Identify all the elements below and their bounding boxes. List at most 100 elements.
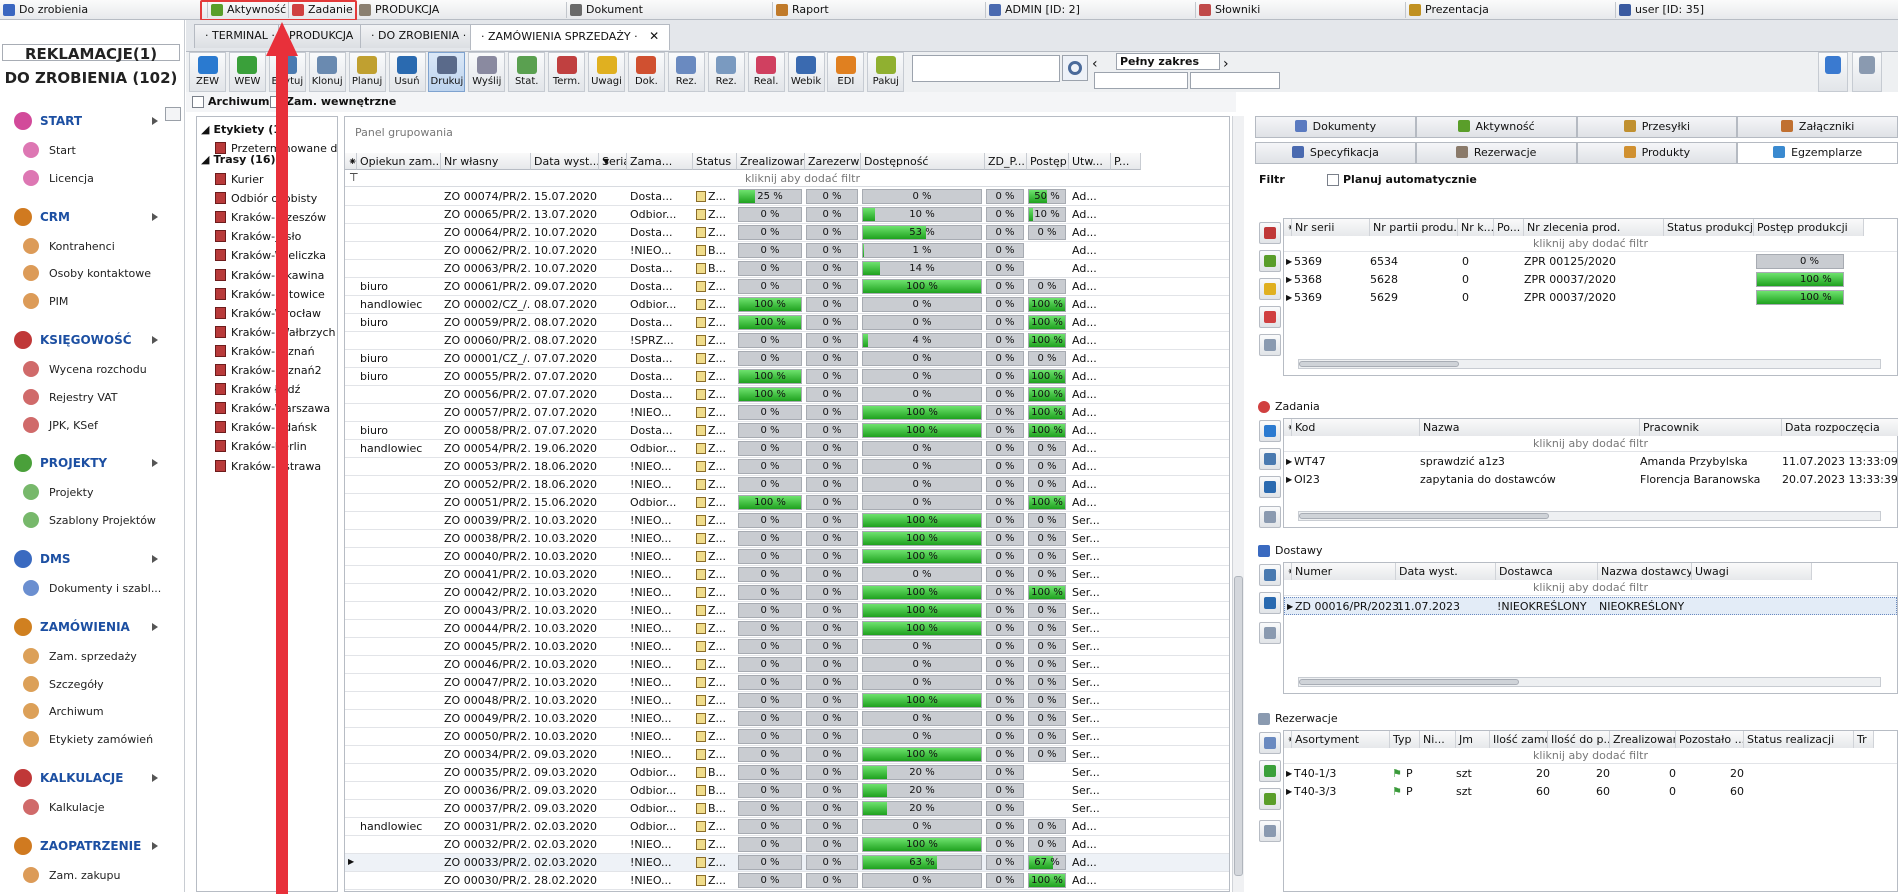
date-to-select[interactable]: [1190, 72, 1280, 89]
grid-filter-row[interactable]: ⊤ kliknij aby dodać filtr: [345, 170, 1229, 187]
table-row[interactable]: ZO 00064/PR/2... 10.07.2020 Dosta... Z... 0 …: [345, 224, 1229, 242]
table-row[interactable]: ▶536965340ZPR 00125/2020Rozpoczęta0 %: [1284, 253, 1897, 271]
subgrid-column-header[interactable]: Typ: [1390, 731, 1420, 748]
table-row[interactable]: biuro ZO 00001/CZ_/... 07.07.2020 Dosta... Z…: [345, 350, 1229, 368]
range-prev-icon[interactable]: ‹: [1092, 56, 1098, 72]
table-row[interactable]: ZO 00051/PR/2... 15.06.2020 Odbior... Z... 1…: [345, 494, 1229, 512]
expand-row-icon[interactable]: ▶: [1286, 765, 1292, 783]
table-row[interactable]: handlowiec ZO 00002/CZ_/... 08.07.2020 Odbi…: [345, 296, 1229, 314]
table-row[interactable]: ▶T40-3/3⚑Pszt6060060Oczekuje: [1284, 783, 1897, 801]
table-row[interactable]: ZO 00044/PR/2... 10.03.2020 !NIEO... Z... 0 …: [345, 620, 1229, 638]
expand-row-icon[interactable]: ▶: [1286, 453, 1292, 471]
table-row[interactable]: biuro ZO 00058/PR/2... 07.07.2020 Dosta... Z…: [345, 422, 1229, 440]
table-row[interactable]: ZO 00034/PR/2... 09.03.2020 !NIEO... Z... 0 …: [345, 746, 1229, 764]
collapse-arrow-icon[interactable]: [152, 212, 158, 221]
table-row[interactable]: ZO 00046/PR/2... 10.03.2020 !NIEO... Z... 0 …: [345, 656, 1229, 674]
expand-row-icon[interactable]: ▶: [1287, 598, 1293, 616]
grid-scroll-thumb[interactable]: [1234, 576, 1243, 876]
grid-column-header[interactable]: Opiekun zam...: [357, 153, 441, 170]
table-row[interactable]: ZO 00052/PR/2... 18.06.2020 !NIEO... Z... 0 …: [345, 476, 1229, 494]
rez-check-icon[interactable]: [1259, 788, 1281, 810]
subgrid-column-header[interactable]: Data rozpoczęcia: [1782, 419, 1898, 436]
table-row[interactable]: ZO 00065/PR/2... 13.07.2020 Odbior... Z... 0…: [345, 206, 1229, 224]
dostawy-delete-icon[interactable]: [1259, 592, 1281, 614]
collapse-arrow-icon[interactable]: [152, 459, 158, 468]
toolbar-button-10[interactable]: Uwagi: [588, 52, 625, 92]
table-row[interactable]: biuro ZO 00059/PR/2... 08.07.2020 Dosta... Z…: [345, 314, 1229, 332]
table-row[interactable]: ZO 00039/PR/2... 10.03.2020 !NIEO... Z... 0 …: [345, 512, 1229, 530]
grid-column-header[interactable]: Zarezerwo...: [805, 153, 861, 170]
topbar-item-4[interactable]: Dokument: [570, 2, 643, 18]
table-row[interactable]: ▶536956290ZPR 00037/2020Zakończona100 %: [1284, 289, 1897, 307]
rez-box2-icon[interactable]: [1259, 820, 1281, 842]
zadania-delete-icon[interactable]: [1259, 476, 1281, 498]
grid-column-header[interactable]: Utw...: [1069, 153, 1111, 170]
dostawy-edit-icon[interactable]: [1259, 564, 1281, 586]
settings-gear-icon[interactable]: [1062, 55, 1088, 81]
expand-row-icon[interactable]: ▶: [1286, 271, 1292, 289]
expand-row-icon[interactable]: ▶: [1286, 783, 1292, 801]
subgrid-filter-row[interactable]: kliknij aby dodać filtr: [1284, 748, 1897, 764]
sidebar-item[interactable]: JPK, KSef: [0, 415, 182, 435]
table-row[interactable]: ▶ OI23 zapytania do dostawców Florencja Bar…: [1284, 471, 1898, 489]
zadania-add-icon[interactable]: [1259, 420, 1281, 442]
sidebar-item[interactable]: Zam. sprzedaży: [0, 646, 182, 666]
sidebar-section-0[interactable]: START: [0, 110, 182, 132]
toolbar-button-17[interactable]: Pakuj: [867, 52, 905, 92]
table-row[interactable]: ZO 00060/PR/2... 08.07.2020 !SPRZ... Z... 0 …: [345, 332, 1229, 350]
zadania-box-icon[interactable]: [1259, 506, 1281, 528]
subgrid-filter-row[interactable]: kliknij aby dodać filtr: [1284, 436, 1897, 452]
table-row[interactable]: biuro ZO 00061/PR/2... 09.07.2020 Dosta... Z…: [345, 278, 1229, 296]
toolbar-button-5[interactable]: Usuń: [388, 52, 426, 92]
details-tab-1[interactable]: Aktywność: [1415, 116, 1577, 138]
collapse-arrow-icon[interactable]: [152, 336, 158, 344]
table-row[interactable]: ZO 00048/PR/2... 10.03.2020 !NIEO... Z... 0 …: [345, 692, 1229, 710]
sidebar-section-7[interactable]: ZAOPATRZENIE: [0, 835, 182, 857]
sidebar-item[interactable]: Szczegóły: [0, 674, 182, 694]
sidebar-item[interactable]: Szablony Projektów: [0, 510, 182, 530]
subgrid-column-header[interactable]: Nr zlecenia prod.: [1524, 219, 1664, 236]
table-row[interactable]: ZO 00043/PR/2... 10.03.2020 !NIEO... Z... 0 …: [345, 602, 1229, 620]
egz-bulb-icon[interactable]: [1259, 278, 1281, 300]
subgrid-column-header[interactable]: Nazwa: [1420, 419, 1640, 436]
sidebar-section-5[interactable]: ZAMÓWIENIA: [0, 616, 182, 638]
subgrid-column-header[interactable]: Nr partii produ...: [1370, 219, 1458, 236]
egz-calendar-icon[interactable]: [1259, 222, 1281, 244]
grid-column-header[interactable]: Data wyst...: [531, 153, 599, 170]
subgrid-column-header[interactable]: Postęp produkcji: [1754, 219, 1864, 236]
details-tab-3[interactable]: Egzemplarze: [1737, 142, 1898, 164]
toolbar-button-1[interactable]: WEW: [228, 52, 266, 92]
sidebar-section-1[interactable]: CRM: [0, 206, 182, 228]
sidebar-section-2[interactable]: KSIĘGOWOŚĆ: [0, 329, 182, 351]
table-row[interactable]: ▶ ZO 00033/PR/2... 02.03.2020 !NIEO... Z... 0…: [345, 854, 1229, 872]
table-row[interactable]: ZO 00074/PR/2... 15.07.2020 Dosta... Z... 25…: [345, 188, 1229, 206]
tab-zamowienia-sprzedazy[interactable]: · ZAMÓWIENIA SPRZEDAŻY · ✕: [470, 24, 671, 50]
list-view-icon[interactable]: [1852, 52, 1882, 92]
details-tab-2[interactable]: Produkty: [1576, 142, 1738, 164]
subgrid-column-header[interactable]: Ilość zamó...: [1490, 731, 1548, 748]
egz-transfer-icon[interactable]: [1259, 250, 1281, 272]
table-row[interactable]: ZO 00037/PR/2... 09.03.2020 Odbior... B... 0…: [345, 800, 1229, 818]
rez-add-icon[interactable]: [1259, 760, 1281, 782]
table-row[interactable]: ZO 00045/PR/2... 10.03.2020 !NIEO... Z... 0 …: [345, 638, 1229, 656]
sidebar-item[interactable]: Licencja: [0, 168, 182, 188]
subgrid-column-header[interactable]: Zrealizowano: [1610, 731, 1676, 748]
toolbar-button-16[interactable]: EDI: [827, 52, 865, 92]
table-row[interactable]: ZO 00042/PR/2... 10.03.2020 !NIEO... Z... 0 …: [345, 584, 1229, 602]
sidebar-item[interactable]: Kontrahenci: [0, 236, 182, 256]
sidebar-item[interactable]: Zam. zakupu: [0, 865, 182, 885]
grid-column-header[interactable]: Dostępność: [861, 153, 985, 170]
collapse-arrow-icon[interactable]: [152, 117, 158, 125]
egz-box-icon[interactable]: [1259, 334, 1281, 356]
table-row[interactable]: ▶ WT47 sprawdzić a1z3 Amanda Przybylska 11.0…: [1284, 453, 1898, 471]
sidebar-item[interactable]: Wycena rozchodu: [0, 359, 182, 379]
subgrid-column-header[interactable]: Kod: [1292, 419, 1420, 436]
auto-plan-checkbox[interactable]: [1327, 174, 1339, 186]
subgrid-column-header[interactable]: Nr k...: [1458, 219, 1494, 236]
sidebar-item[interactable]: Kalkulacje: [0, 797, 182, 817]
expand-row-icon[interactable]: ▶: [1286, 289, 1292, 307]
table-row[interactable]: ZO 00038/PR/2... 10.03.2020 !NIEO... Z... 0 …: [345, 530, 1229, 548]
grid-column-header[interactable]: P...: [1111, 153, 1141, 170]
sidebar-item[interactable]: Start: [0, 140, 182, 160]
toolbar-button-3[interactable]: Klonuj: [308, 52, 346, 92]
